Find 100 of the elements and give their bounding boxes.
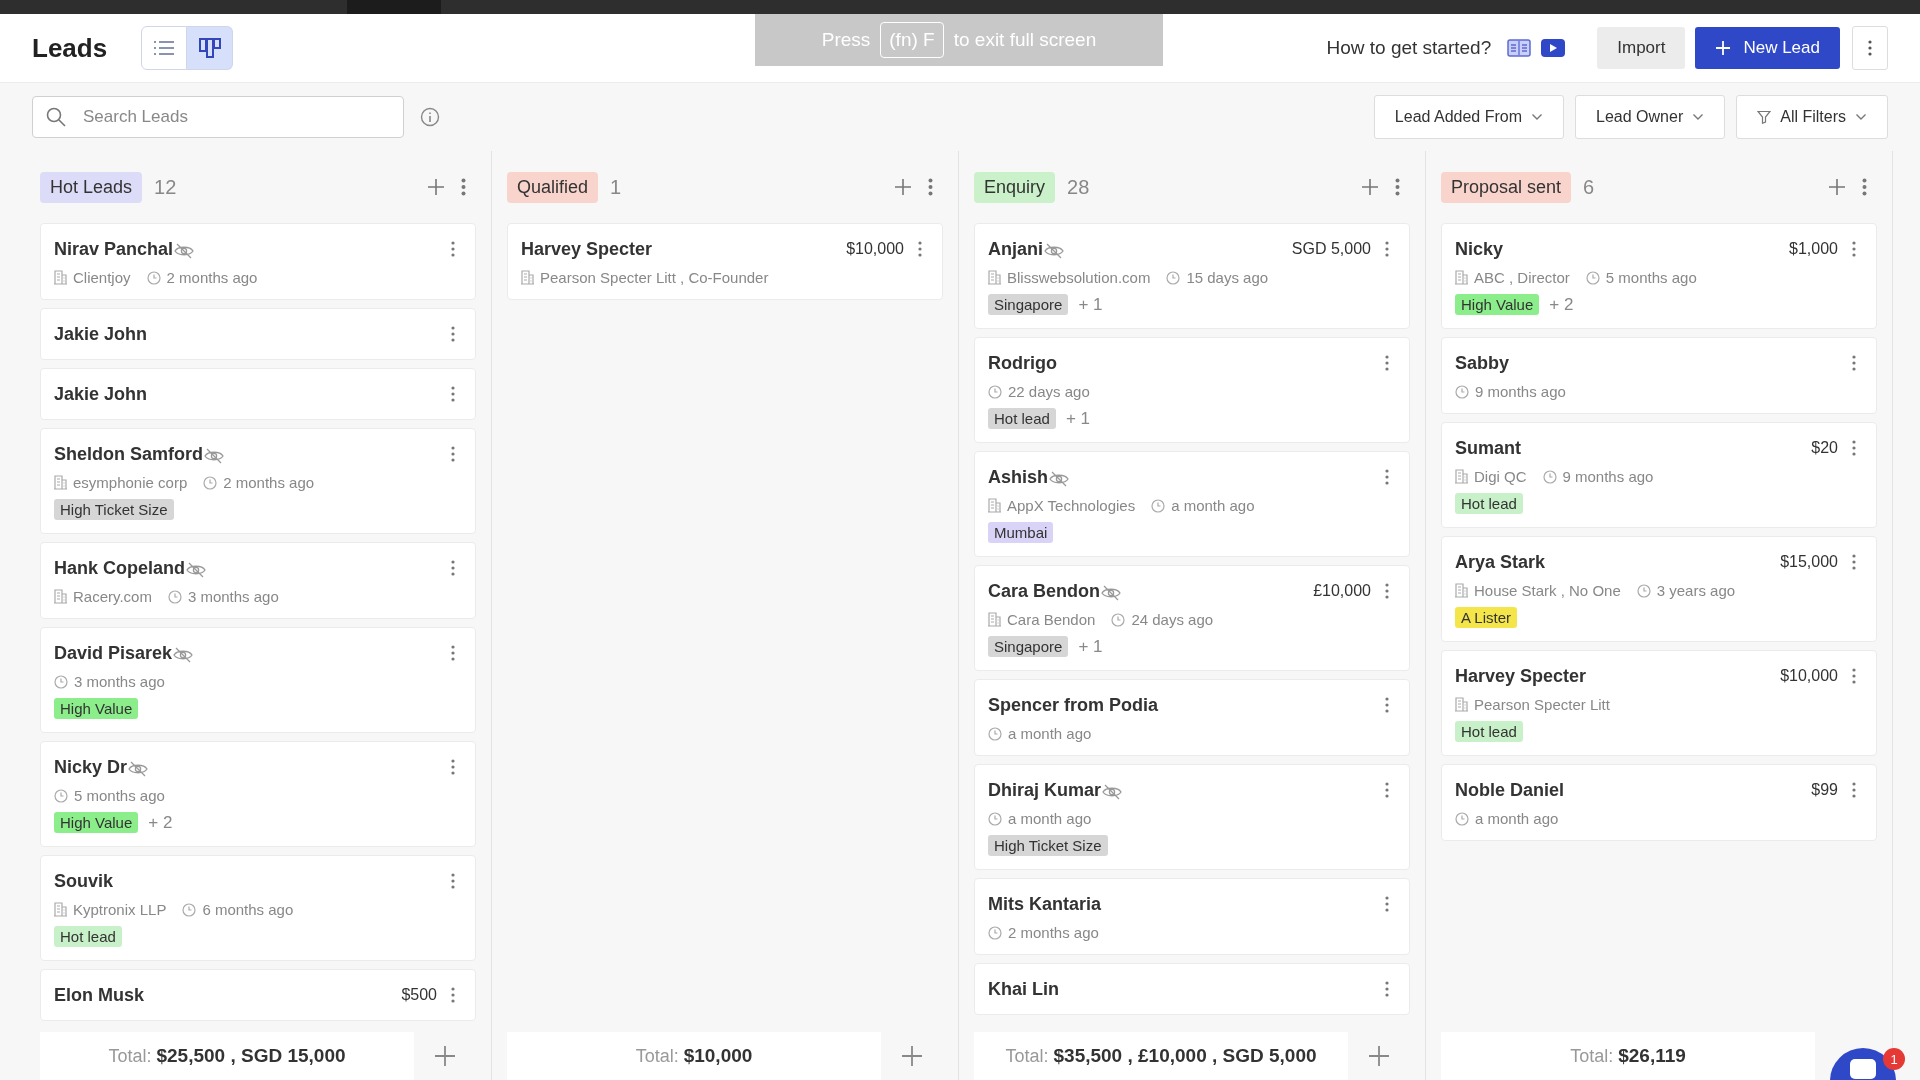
deal-amount: $10,000 [1780, 667, 1838, 685]
kebab-icon[interactable] [451, 560, 455, 576]
kebab-icon[interactable] [1395, 178, 1400, 196]
plus-icon[interactable] [1361, 178, 1379, 196]
building-icon [521, 270, 534, 285]
time-ago: 22 days ago [1008, 383, 1090, 400]
kebab-icon[interactable] [918, 241, 922, 257]
kebab-icon[interactable] [1852, 241, 1856, 257]
lead-name: Nicky Dr [54, 756, 128, 778]
more-tags-count: + 2 [148, 812, 173, 833]
lead-card[interactable]: Rodrigo 22 days ago Hot lead + 1 [974, 337, 1410, 443]
lead-card[interactable]: Jakie John [40, 368, 476, 420]
lead-card[interactable]: Nicky Dr 5 months ago High Value + 2 [40, 741, 476, 847]
lead-card[interactable]: Anjani SGD 5,000 Blisswebsolution.com 15 days ago Singapore + 1 [974, 223, 1410, 329]
filter-icon [1757, 110, 1772, 124]
play-video-icon[interactable] [1541, 38, 1566, 58]
kebab-icon[interactable] [1385, 981, 1389, 997]
kebab-icon[interactable] [1852, 355, 1856, 371]
lead-card[interactable]: Jakie John [40, 308, 476, 360]
kebab-icon[interactable] [451, 759, 455, 775]
deal-amount: $1,000 [1789, 240, 1838, 258]
page-title: Leads [32, 32, 108, 64]
deal-amount: $99 [1811, 781, 1838, 799]
guide-icon[interactable] [1507, 38, 1532, 58]
board-icon [198, 37, 221, 59]
company-name: ABC , Director [1474, 269, 1570, 286]
kebab-icon[interactable] [451, 241, 455, 257]
kebab-icon[interactable] [1385, 583, 1389, 599]
kebab-icon[interactable] [1385, 355, 1389, 371]
board-view-button[interactable] [187, 26, 234, 70]
lead-card[interactable]: Arya Stark $15,000 House Stark , No One 3 years ago A Lister [1441, 536, 1877, 642]
new-lead-button[interactable]: New Lead [1695, 27, 1840, 69]
company-name: Pearson Specter Litt , Co-Founder [540, 269, 769, 286]
search-field[interactable]: Search Leads [32, 96, 404, 138]
clock-icon [1636, 583, 1651, 598]
clock-icon [54, 788, 68, 803]
lead-card[interactable]: Sumant $20 Digi QC 9 months ago Hot lead [1441, 422, 1877, 528]
lead-card[interactable]: Khai Lin [974, 963, 1410, 1015]
building-icon [54, 902, 67, 917]
plus-icon[interactable] [894, 178, 912, 196]
lead-card[interactable]: Sabby 9 months ago [1441, 337, 1877, 414]
lead-card[interactable]: Harvey Specter $10,000 Pearson Specter Litt , Co-Founder [507, 223, 943, 300]
import-button[interactable]: Import [1597, 27, 1686, 69]
lead-card[interactable]: Spencer from Podia a month ago [974, 679, 1410, 756]
lead-card[interactable]: Cara Bendon £10,000 Cara Bendon 24 days ago Singapore + 1 [974, 565, 1410, 671]
kebab-icon[interactable] [451, 326, 455, 342]
kebab-icon[interactable] [451, 987, 455, 1003]
lead-card[interactable]: Noble Daniel $99 a month ago [1441, 764, 1877, 841]
building-icon [988, 270, 1001, 285]
lead-card[interactable]: David Pisarek 3 months ago High Value [40, 627, 476, 733]
kebab-icon[interactable] [1385, 469, 1389, 485]
info-icon[interactable] [420, 107, 440, 127]
kebab-icon[interactable] [1385, 697, 1389, 713]
lead-card[interactable]: Dhiraj Kumar a month ago High Ticket Size [974, 764, 1410, 870]
kebab-icon[interactable] [451, 645, 455, 661]
deal-amount: $15,000 [1780, 553, 1838, 571]
plus-icon[interactable] [434, 1045, 456, 1067]
filter-dropdown[interactable]: Lead Owner [1575, 95, 1726, 139]
kebab-icon[interactable] [451, 386, 455, 402]
filter-dropdown[interactable]: All Filters [1736, 95, 1888, 139]
kebab-icon[interactable] [451, 873, 455, 889]
kebab-icon[interactable] [1852, 668, 1856, 684]
lead-name: Rodrigo [988, 352, 1057, 374]
time-ago: a month ago [1475, 810, 1559, 827]
kebab-icon[interactable] [451, 446, 455, 462]
tag: Hot lead [988, 408, 1056, 429]
stage-label: Hot Leads [40, 171, 143, 203]
clock-icon [988, 384, 1002, 399]
lead-card[interactable]: Nicky $1,000 ABC , Director 5 months ago High Value + 2 [1441, 223, 1877, 329]
lead-card[interactable]: Hank Copeland Racery.com 3 months ago [40, 542, 476, 619]
tag: High Ticket Size [54, 499, 174, 520]
kebab-icon[interactable] [1385, 241, 1389, 257]
notification-badge: 1 [1883, 1048, 1905, 1070]
plus-icon[interactable] [1828, 178, 1846, 196]
lead-card[interactable]: Souvik Kyptronix LLP 6 months ago Hot lead [40, 855, 476, 961]
lead-count: 1 [610, 175, 622, 199]
kebab-icon[interactable] [1385, 782, 1389, 798]
filter-dropdown[interactable]: Lead Added From [1373, 95, 1565, 139]
plus-icon[interactable] [427, 178, 445, 196]
kebab-icon[interactable] [461, 178, 466, 196]
lead-card[interactable]: Nirav Panchal Clientjoy 2 months ago [40, 223, 476, 300]
lead-card[interactable]: Harvey Specter $10,000 Pearson Specter Litt Hot lead [1441, 650, 1877, 756]
more-tags-count: + 1 [1065, 408, 1090, 429]
kebab-icon[interactable] [1852, 554, 1856, 570]
lead-card[interactable]: Ashish AppX Technologies a month ago Mumbai [974, 451, 1410, 557]
kebab-icon[interactable] [1862, 178, 1867, 196]
lead-card[interactable]: Sheldon Samford esymphonie corp 2 months ago High Ticket Size [40, 428, 476, 534]
time-ago: 24 days ago [1131, 611, 1214, 628]
lead-card[interactable]: Mits Kantaria 2 months ago [974, 878, 1410, 955]
plus-icon[interactable] [901, 1045, 923, 1067]
plus-icon[interactable] [1368, 1045, 1390, 1067]
kebab-icon[interactable] [928, 178, 933, 196]
kebab-icon[interactable] [1852, 782, 1856, 798]
company-name: Blisswebsolution.com [1007, 269, 1151, 286]
tag: Hot lead [1455, 493, 1523, 514]
deal-amount: $20 [1811, 439, 1838, 457]
lead-name: Sabby [1455, 352, 1510, 374]
kebab-icon[interactable] [1852, 440, 1856, 456]
kebab-icon[interactable] [1385, 896, 1389, 912]
lead-card[interactable]: Elon Musk $500 [40, 969, 476, 1021]
